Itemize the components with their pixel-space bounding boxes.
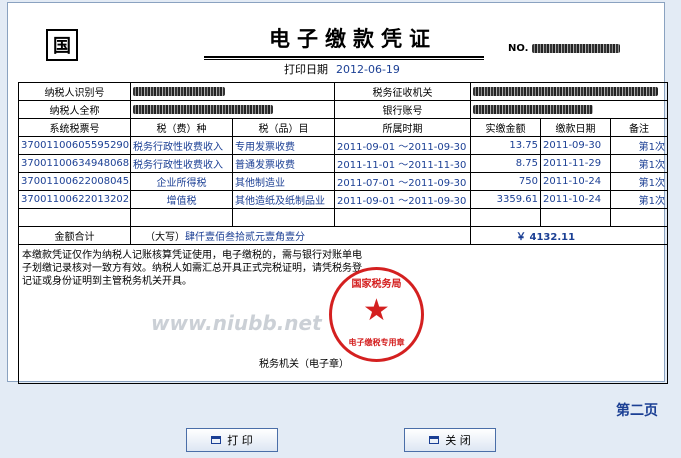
taxpayer-name-value xyxy=(130,100,335,119)
pay-date-cell: 2011-10-24 xyxy=(540,172,611,191)
seal-top-text: 国家税务局 xyxy=(351,279,402,290)
table-row: 370011006055952907 税务行政性收费收入 专用发票收费 2011… xyxy=(18,136,669,155)
total-words-cell: （大写）肆仟壹佰叁拾贰元壹角壹分 xyxy=(130,226,471,245)
close-button[interactable]: 关 闭 xyxy=(404,428,496,452)
ticket-cell: 370011006220080452 xyxy=(18,172,131,191)
period-cell: 2011-07-01 ～2011-09-30 xyxy=(334,172,471,191)
official-seal: 国家税务局 ★ 电子缴税专用章 xyxy=(329,267,424,362)
remark-cell: 第1次 xyxy=(609,172,669,191)
total-words-prefix: （大写） xyxy=(145,232,185,243)
item-cell: 其他制造业 xyxy=(232,172,335,191)
print-button[interactable]: 打 印 xyxy=(186,428,278,452)
col-header-ticket: 系统税票号 xyxy=(18,118,131,137)
tax-type-cell: 税务行政性收费收入 xyxy=(130,154,233,173)
voucher-title: 电子缴款凭证 xyxy=(269,27,437,51)
item-cell: 普通发票收费 xyxy=(232,154,335,173)
redacted-tax-office xyxy=(473,86,658,96)
taxpayer-id-value xyxy=(130,82,335,101)
remark-cell: 第1次 xyxy=(609,190,669,209)
period-cell: 2011-11-01 ～2011-11-30 xyxy=(334,154,471,173)
table-row: 370011006349480687 税务行政性收费收入 普通发票收费 2011… xyxy=(18,154,669,173)
info-row-1: 纳税人识别号 税务征收机关 xyxy=(18,82,669,101)
remark-cell: 第1次 xyxy=(609,154,669,173)
tax-office-seal-label: 税务机关（电子章） xyxy=(259,359,349,370)
redacted-taxpayer-id xyxy=(133,86,225,96)
table-row: 370011006220132028 增值税 其他造纸及纸制品业 2011-09… xyxy=(18,190,669,209)
total-label: 金额合计 xyxy=(18,226,131,245)
bank-account-value xyxy=(469,100,669,119)
tax-type-cell: 税务行政性收费收入 xyxy=(130,136,233,155)
voucher-number-label: NO. xyxy=(508,43,529,54)
pay-date-cell: 2011-10-24 xyxy=(540,190,611,209)
redacted-bank-account xyxy=(473,104,593,114)
redacted-number xyxy=(531,43,620,53)
col-header-tax-type: 税（费）种 xyxy=(130,118,233,137)
amount-cell: 8.75 xyxy=(470,154,541,173)
close-button-label: 关 闭 xyxy=(445,434,471,447)
remark-cell: 第1次 xyxy=(609,136,669,155)
print-date-value: 2012-06-19 xyxy=(336,63,400,76)
ticket-cell: 370011006220132028 xyxy=(18,190,131,209)
ticket-cell: 370011006349480687 xyxy=(18,154,131,173)
col-header-amount: 实缴金额 xyxy=(470,118,541,137)
bank-account-label: 银行账号 xyxy=(334,100,471,119)
title-underline-thin xyxy=(204,59,484,60)
tax-office-label: 税务征收机关 xyxy=(334,82,471,101)
ticket-cell: 370011006055952907 xyxy=(18,136,131,155)
seal-bottom-text: 电子缴税专用章 xyxy=(348,338,405,347)
print-button-label: 打 印 xyxy=(227,434,253,447)
title-underline xyxy=(204,56,484,58)
item-cell: 专用发票收费 xyxy=(232,136,335,155)
tax-type-cell: 增值税 xyxy=(130,190,233,209)
table-row: 370011006220080452 企业所得税 其他制造业 2011-07-0… xyxy=(18,172,669,191)
amount-cell: 3359.61 xyxy=(470,190,541,209)
watermark: www.niubb.net xyxy=(151,311,322,335)
note-row: 本缴款凭证仅作为纳税人记账核算凭证使用，电子缴税的，需与银行对账单电子划缴记录核… xyxy=(17,244,669,384)
item-cell: 其他造纸及纸制品业 xyxy=(232,190,335,209)
taxpayer-name-label: 纳税人全称 xyxy=(18,100,131,119)
window-icon xyxy=(211,436,222,444)
country-mark: 国 xyxy=(46,29,78,61)
note-cell: 本缴款凭证仅作为纳税人记账核算凭证使用，电子缴税的，需与银行对账单电子划缴记录核… xyxy=(17,244,669,384)
col-header-period: 所属时期 xyxy=(334,118,471,137)
pay-date-cell: 2011-11-29 xyxy=(540,154,611,173)
voucher-table: 纳税人识别号 税务征收机关 纳税人全称 银行账号 系统税票号 税（费）种 税（品… xyxy=(17,82,669,384)
total-amount: ￥ 4132.11 xyxy=(469,226,669,245)
period-cell: 2011-09-01 ～2011-09-30 xyxy=(334,190,471,209)
redacted-taxpayer-name xyxy=(133,104,273,114)
tax-type-cell: 企业所得税 xyxy=(130,172,233,191)
col-header-item: 税（品）目 xyxy=(232,118,335,137)
voucher-number: NO. xyxy=(508,43,620,54)
period-cell: 2011-09-01 ～2011-09-30 xyxy=(334,136,471,155)
amount-cell: 750 xyxy=(470,172,541,191)
empty-row xyxy=(18,208,669,227)
print-date: 打印日期 2012-06-19 xyxy=(284,61,400,77)
info-row-2: 纳税人全称 银行账号 xyxy=(18,100,669,119)
note-text: 本缴款凭证仅作为纳税人记账核算凭证使用，电子缴税的，需与银行对账单电子划缴记录核… xyxy=(22,250,362,287)
page-label: 第二页 xyxy=(616,403,658,419)
tax-office-value xyxy=(469,82,669,101)
window-icon xyxy=(429,436,440,444)
star-icon: ★ xyxy=(363,292,390,328)
col-header-remark: 备注 xyxy=(609,118,669,137)
table-header-row: 系统税票号 税（费）种 税（品）目 所属时期 实缴金额 缴款日期 备注 xyxy=(18,118,669,137)
total-words: 肆仟壹佰叁拾贰元壹角壹分 xyxy=(185,232,305,243)
amount-cell: 13.75 xyxy=(470,136,541,155)
total-row: 金额合计 （大写）肆仟壹佰叁拾贰元壹角壹分 ￥ 4132.11 xyxy=(18,226,669,245)
col-header-pay-date: 缴款日期 xyxy=(540,118,611,137)
taxpayer-id-label: 纳税人识别号 xyxy=(18,82,131,101)
print-date-label: 打印日期 xyxy=(284,63,328,76)
pay-date-cell: 2011-09-30 xyxy=(540,136,611,155)
